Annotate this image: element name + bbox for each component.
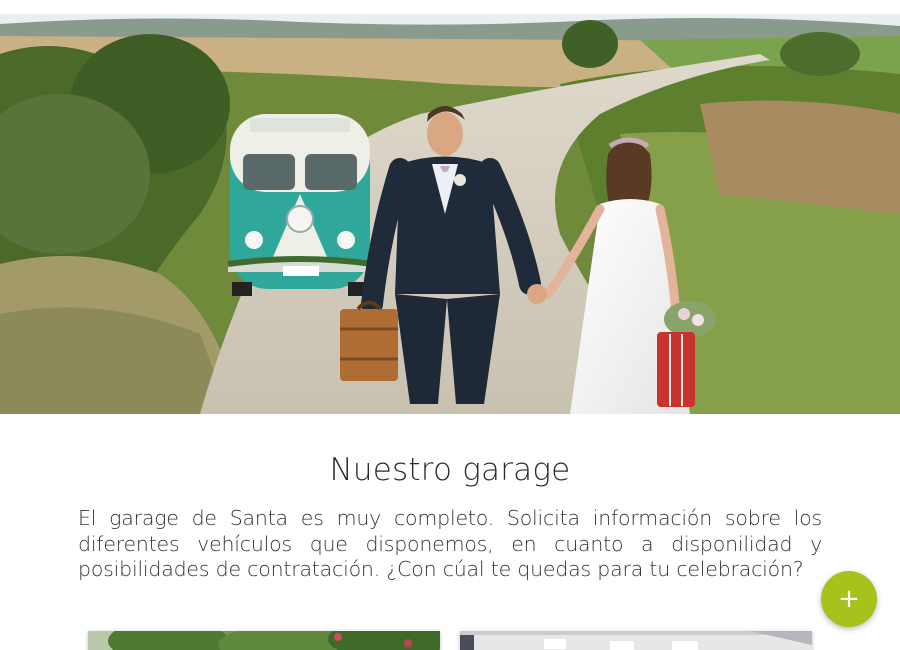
red-suitcase-illustration [657, 332, 695, 407]
wicker-suitcase-illustration [340, 300, 398, 381]
page: Nuestro garage El garage de Santa es muy… [0, 0, 900, 650]
vehicle-card-image [88, 631, 440, 650]
plus-icon: + [838, 584, 860, 614]
van-illustration [227, 114, 373, 296]
vehicle-card[interactable] [88, 631, 440, 650]
hero-illustration [0, 14, 900, 414]
garage-title: Nuestro garage [329, 452, 571, 488]
vehicle-card-image [460, 631, 812, 650]
vehicle-card[interactable] [460, 631, 812, 650]
add-button[interactable]: + [821, 571, 877, 627]
garage-description: El garage de Santa es muy completo. Soli… [78, 506, 822, 581]
top-bar [0, 0, 900, 14]
hero-image [0, 14, 900, 414]
